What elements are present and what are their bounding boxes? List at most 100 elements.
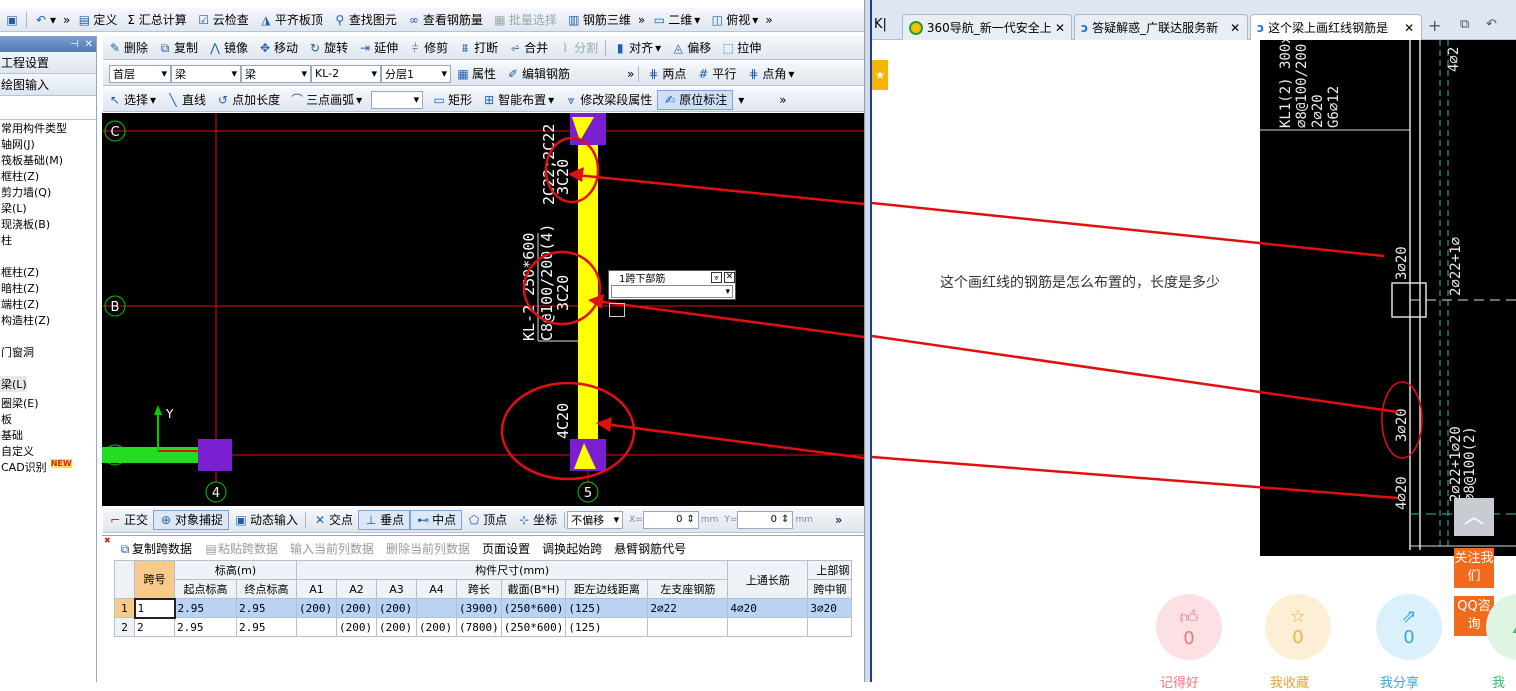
rect-button[interactable]: ▭ 矩形: [427, 88, 477, 111]
cloud-check-button[interactable]: ☑ 云检查: [192, 8, 254, 31]
sidebar-item[interactable]: 端柱(Z): [0, 296, 96, 312]
restore-tab-icon[interactable]: ↶: [1486, 17, 1497, 32]
cell-section[interactable]: (250*600): [500, 598, 567, 618]
copy-span-button[interactable]: ⧉ 复制跨数据: [118, 540, 192, 557]
arc-option-select[interactable]: ▾: [371, 90, 424, 109]
cell-end-elev[interactable]: 2.95: [236, 617, 297, 637]
sidebar-item[interactable]: 筏板基础(M): [0, 152, 96, 168]
stretch-button[interactable]: ⬚ 拉伸: [716, 36, 766, 59]
undo-button[interactable]: ↶ ▾: [29, 8, 61, 31]
sidebar-item[interactable]: CAD识别 NEW: [0, 459, 96, 475]
sidebar-item[interactable]: 工程设置: [0, 52, 96, 74]
view-rebar-button[interactable]: ∞ 查看钢筋量: [402, 8, 488, 31]
sidebar-item[interactable]: 框柱(Z): [0, 264, 96, 280]
ortho-button[interactable]: ⌐ 正交: [103, 507, 153, 532]
sidebar-item[interactable]: 圈梁(E): [0, 395, 96, 411]
popup-handle[interactable]: [609, 303, 625, 317]
sidebar-item[interactable]: 现浇板(B): [0, 216, 96, 232]
top-view-dropdown[interactable]: ◫ 俯视 ▾: [705, 8, 763, 31]
tab-active-question[interactable]: ↄ 这个梁上画红线钢筋是 ✕: [1250, 14, 1422, 40]
cell-mid-span[interactable]: [807, 617, 853, 637]
view-2d-dropdown[interactable]: ▭ 二维 ▾: [647, 8, 705, 31]
type-select[interactable]: 梁 ▾: [241, 64, 311, 83]
batch-select-button[interactable]: ▦ 批量选择: [488, 8, 562, 31]
cell-end-elev[interactable]: 2.95: [236, 598, 297, 618]
attribute-button[interactable]: ▦ 属性: [451, 62, 501, 85]
layer-select[interactable]: 分层1 ▾: [381, 64, 451, 83]
x-coordinate-input[interactable]: 0 ⇕: [642, 510, 699, 529]
popup-close-icon[interactable]: ✕: [724, 272, 735, 283]
sidebar-item[interactable]: [0, 248, 96, 264]
more-button[interactable]: »: [777, 88, 788, 111]
inplace-dropdown-arrow[interactable]: ▾: [733, 88, 749, 111]
share-button[interactable]: ⇗ 0: [1376, 594, 1442, 660]
cell-left-support[interactable]: 4⌀20: [727, 598, 809, 618]
copy-button[interactable]: ⧉ 复制: [153, 36, 203, 59]
close-icon[interactable]: ✕: [85, 39, 93, 50]
cell-a1[interactable]: (200): [296, 598, 337, 618]
cell-a3[interactable]: (200): [376, 598, 417, 618]
table-row[interactable]: 2 2 2.95 2.95 (200) (200) (200) (7800) (…: [114, 617, 853, 637]
cell-start-elev[interactable]: 2.95: [174, 598, 237, 618]
object-snap-button[interactable]: ⊕ 对象捕捉: [153, 509, 230, 530]
paste-span-button[interactable]: ▤粘贴跨数据: [204, 540, 278, 557]
tab-360-nav[interactable]: 360导航_新一代安全上 ✕: [902, 14, 1072, 40]
panel-close-icon[interactable]: ✖: [104, 536, 111, 545]
cell-start-elev[interactable]: 2.95: [174, 617, 237, 637]
sidebar-item[interactable]: 绘图输入: [0, 74, 96, 96]
delete-column-button[interactable]: 删除当前列数据: [386, 540, 470, 557]
cell-a1[interactable]: [296, 617, 337, 637]
sidebar-item[interactable]: 门窗洞: [0, 344, 96, 360]
coordinate-button[interactable]: ⊹ 坐标: [512, 507, 562, 532]
cell-left-support[interactable]: [727, 617, 809, 637]
cell-length[interactable]: (3900): [456, 598, 502, 618]
point-angle-dropdown[interactable]: ⋕ 点角 ▾: [741, 62, 799, 85]
cell-a2[interactable]: (200): [336, 598, 377, 618]
perpendicular-button[interactable]: ⊥ 垂点: [358, 509, 411, 530]
tab-list-icon[interactable]: ⧉: [1460, 17, 1469, 32]
sidebar-item[interactable]: 板: [0, 411, 96, 427]
arc-dropdown[interactable]: ⌒ 三点画弧 ▾: [285, 88, 367, 111]
sidebar-item[interactable]: 梁(L): [0, 376, 27, 392]
cell-top-long[interactable]: 2⌀22: [647, 598, 729, 618]
modify-segment-button[interactable]: ⩔ 修改梁段属性: [559, 88, 657, 111]
move-button[interactable]: ✥ 移动: [253, 36, 303, 59]
smart-layout-dropdown[interactable]: ⊞ 智能布置 ▾: [477, 88, 559, 111]
line-button[interactable]: ╲ 直线: [161, 88, 211, 111]
sidebar-item[interactable]: 梁(L): [0, 200, 96, 216]
save-button[interactable]: ▣: [0, 8, 24, 31]
component-name-select[interactable]: KL-2 ▾: [311, 64, 381, 83]
tab-scroll-left[interactable]: K|: [874, 17, 887, 32]
split-button[interactable]: ⌇ 分割: [553, 36, 603, 59]
parallel-button[interactable]: # 平行: [691, 62, 741, 85]
cell-a3[interactable]: (200): [376, 617, 417, 637]
tab-glodon-service[interactable]: ↄ 答疑解惑_广联达服务新 ✕: [1074, 14, 1248, 40]
page-setup-button[interactable]: 页面设置: [482, 540, 530, 557]
tab-close-icon[interactable]: ✕: [1055, 21, 1065, 35]
tab-close-icon[interactable]: ✕: [1404, 21, 1414, 35]
vertex-button[interactable]: ⬠ 顶点: [462, 507, 512, 532]
sidebar-item[interactable]: [0, 328, 96, 344]
swap-start-button[interactable]: 调换起始跨: [542, 540, 602, 557]
sidebar-item[interactable]: 暗柱(Z): [0, 280, 96, 296]
midpoint-button[interactable]: ⊷ 中点: [410, 509, 463, 530]
y-coordinate-input[interactable]: 0 ⇕: [737, 510, 794, 529]
sidebar-item[interactable]: 常用构件类型: [0, 120, 96, 136]
offset-button[interactable]: ◬ 偏移: [666, 36, 716, 59]
sidebar-item[interactable]: 剪力墙(Q): [0, 184, 96, 200]
sidebar-item[interactable]: [0, 360, 96, 376]
more-button[interactable]: »: [763, 8, 774, 31]
more-button[interactable]: »: [61, 8, 72, 31]
sidebar-item[interactable]: [0, 96, 96, 120]
define-button[interactable]: ▤ 定义: [72, 8, 122, 31]
sidebar-item[interactable]: 构造柱(Z): [0, 312, 96, 328]
input-column-button[interactable]: 输入当前列数据: [290, 540, 374, 557]
pin-icon[interactable]: ⊣: [70, 39, 79, 50]
mirror-button[interactable]: ⋀ 镜像: [203, 36, 253, 59]
more-button[interactable]: »: [833, 507, 844, 532]
follow-us-button[interactable]: 关注我们: [1454, 548, 1494, 588]
floor-select[interactable]: 首层 ▾: [109, 64, 171, 83]
tab-close-icon[interactable]: ✕: [1230, 21, 1240, 35]
cell-section[interactable]: (250*600): [500, 617, 567, 637]
extend-button[interactable]: ⇥ 延伸: [353, 36, 403, 59]
